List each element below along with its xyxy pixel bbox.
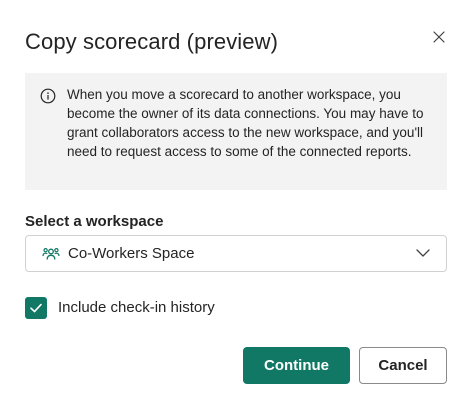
include-history-checkbox[interactable] <box>25 297 47 319</box>
include-history-label[interactable]: Include check-in history <box>58 298 215 318</box>
workspace-select-value: Co-Workers Space <box>68 245 195 262</box>
close-button[interactable] <box>428 26 450 48</box>
close-icon <box>433 31 445 43</box>
info-icon <box>40 88 56 104</box>
workspace-label: Select a workspace <box>25 213 164 230</box>
copy-scorecard-dialog: Copy scorecard (preview) When you move a… <box>0 0 470 404</box>
cancel-button[interactable]: Cancel <box>359 347 447 384</box>
info-message-box: When you move a scorecard to another wor… <box>25 73 447 190</box>
people-workspace-icon <box>42 247 60 260</box>
checkmark-icon <box>30 303 42 313</box>
continue-button[interactable]: Continue <box>243 347 350 384</box>
chevron-down-icon <box>416 249 430 257</box>
workspace-select[interactable]: Co-Workers Space <box>25 235 447 272</box>
dialog-title: Copy scorecard (preview) <box>25 29 279 54</box>
info-message-text: When you move a scorecard to another wor… <box>67 87 424 159</box>
